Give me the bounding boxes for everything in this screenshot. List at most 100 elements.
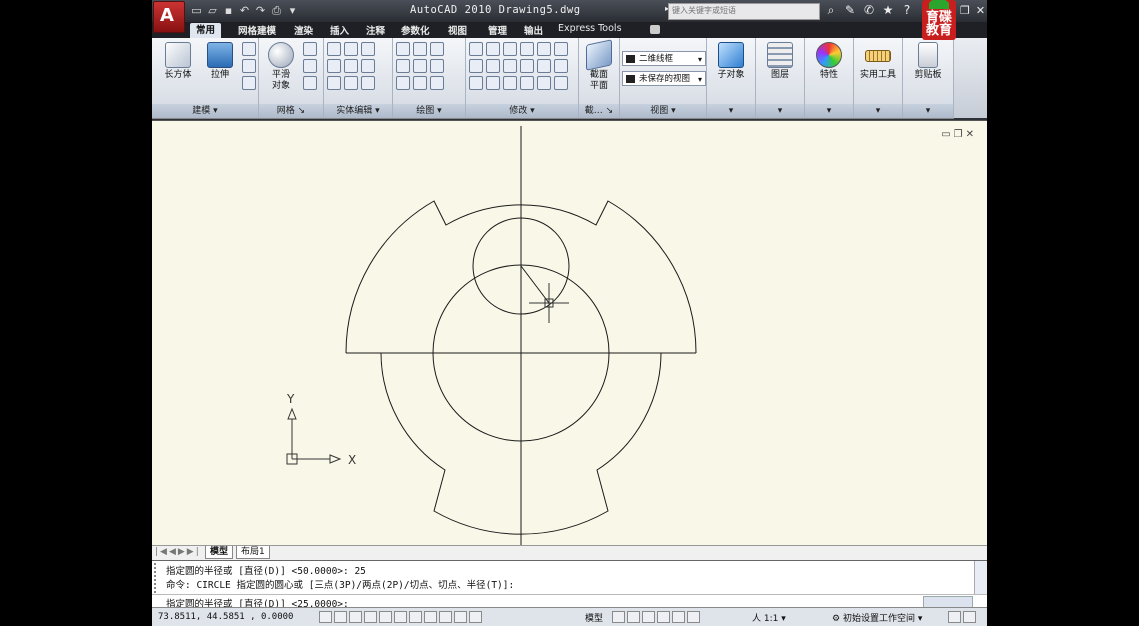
extend-icon[interactable] <box>537 42 551 56</box>
new-icon[interactable]: ▭ <box>190 4 203 17</box>
command-scrollbar[interactable] <box>974 561 987 595</box>
tab-model[interactable]: 模型 <box>205 546 234 559</box>
tab-home[interactable]: 常用 <box>190 23 222 38</box>
more3-icon[interactable] <box>554 76 568 90</box>
communication-icon[interactable]: ✆ <box>862 3 876 18</box>
shell-icon[interactable] <box>344 76 358 90</box>
intersect-icon[interactable] <box>327 76 341 90</box>
3d-rotate-icon[interactable] <box>486 42 500 56</box>
tab-render[interactable]: 渲染 <box>294 23 313 37</box>
tab-parametric[interactable]: 参数化 <box>401 23 430 37</box>
workspace-switch[interactable]: ⚙ 初始设置工作空间 ▾ <box>832 611 922 624</box>
utilities-button[interactable]: 实用工具 <box>858 42 898 81</box>
search-input[interactable] <box>669 4 817 17</box>
offset-icon[interactable] <box>469 42 483 56</box>
panel-draw-title[interactable]: 绘图 ▾ <box>393 104 465 118</box>
command-window-grip[interactable] <box>154 563 162 593</box>
clipboard-button[interactable]: 剪贴板 <box>908 42 948 81</box>
saved-view-dropdown[interactable]: 未保存的视图 <box>622 71 706 86</box>
rectangle-icon[interactable] <box>413 76 427 90</box>
snap-toggle[interactable] <box>319 611 332 623</box>
redo-icon[interactable]: ↷ <box>254 4 267 17</box>
tab-express-tools[interactable]: Express Tools <box>558 23 622 34</box>
quick-view-drawings-icon[interactable] <box>627 611 640 623</box>
utilities-expand[interactable]: ▾ <box>854 104 902 118</box>
dyn-toggle[interactable] <box>439 611 452 623</box>
circle-icon[interactable] <box>430 59 444 73</box>
quick-view-layouts-icon[interactable] <box>612 611 625 623</box>
smooth-object-button[interactable]: 平滑 对象 <box>261 42 301 92</box>
move-icon[interactable] <box>503 42 517 56</box>
tab-mesh-modeling[interactable]: 网格建模 <box>238 23 276 37</box>
mesh-refine-icon[interactable] <box>303 76 317 90</box>
polar-toggle[interactable] <box>364 611 377 623</box>
mesh-smooth-more-icon[interactable] <box>303 42 317 56</box>
model-space-button[interactable]: 模型 <box>585 611 603 624</box>
box-button[interactable]: 长方体 <box>158 42 198 81</box>
close-icon[interactable]: ✕ <box>976 4 985 17</box>
lineweight-toggle[interactable] <box>454 611 467 623</box>
loft-icon[interactable] <box>242 76 256 90</box>
layers-button[interactable]: 图层 <box>760 42 800 81</box>
pan-icon[interactable] <box>642 611 655 623</box>
tab-annotate[interactable]: 注释 <box>366 23 385 37</box>
drawing-canvas[interactable]: ▭❐✕ Y X <box>152 120 987 546</box>
restore-icon[interactable]: ❐ <box>960 4 970 17</box>
tab-layout1[interactable]: 布局1 <box>236 546 270 559</box>
layout-nav-arrows[interactable]: |◀◀▶▶| <box>155 546 201 559</box>
tab-insert[interactable]: 插入 <box>330 23 349 37</box>
copy-icon[interactable] <box>503 76 517 90</box>
subtract-icon[interactable] <box>327 59 341 73</box>
3d-move-icon[interactable] <box>486 59 500 73</box>
tab-manage[interactable]: 管理 <box>488 23 507 37</box>
mesh-smooth-less-icon[interactable] <box>303 59 317 73</box>
rotate-icon[interactable] <box>503 59 517 73</box>
help-icon[interactable]: ? <box>900 3 914 18</box>
polyline-icon[interactable] <box>396 42 410 56</box>
properties-button[interactable]: 特性 <box>809 42 849 81</box>
align-icon[interactable] <box>469 76 483 90</box>
properties-expand[interactable]: ▾ <box>805 104 853 118</box>
mirror-icon[interactable] <box>486 76 500 90</box>
tab-output[interactable]: 输出 <box>524 23 543 37</box>
panel-solid-editing-title[interactable]: 实体编辑 ▾ <box>324 104 392 118</box>
polysolid-icon[interactable] <box>242 42 256 56</box>
more-icon[interactable] <box>554 42 568 56</box>
separate-icon[interactable] <box>344 59 358 73</box>
line-icon[interactable] <box>413 59 427 73</box>
showmotion-icon[interactable] <box>687 611 700 623</box>
slice-icon[interactable] <box>361 76 375 90</box>
3dosnap-toggle[interactable] <box>394 611 407 623</box>
ellipse-icon[interactable] <box>430 76 444 90</box>
search-box[interactable] <box>668 3 820 20</box>
favorites-star-icon[interactable]: ★ <box>881 3 895 18</box>
ribbon-minimize-icon[interactable] <box>650 25 660 34</box>
panel-view-title[interactable]: 视图 ▾ <box>620 104 706 118</box>
explode-icon[interactable] <box>537 76 551 90</box>
tab-view[interactable]: 视图 <box>448 23 467 37</box>
clean-screen-icon[interactable] <box>963 611 976 623</box>
panel-mesh-title[interactable]: 网格 ↘ <box>259 104 323 118</box>
grid-toggle[interactable] <box>334 611 347 623</box>
fillet-icon[interactable] <box>537 59 551 73</box>
array-icon[interactable] <box>469 59 483 73</box>
steeringwheel-icon[interactable] <box>672 611 685 623</box>
ortho-toggle[interactable] <box>349 611 362 623</box>
drawing-geometry[interactable]: Y X <box>152 121 987 546</box>
union-icon[interactable] <box>327 42 341 56</box>
presspull-icon[interactable] <box>242 59 256 73</box>
coordinate-readout[interactable]: 73.8511, 44.5851 , 0.0000 <box>158 612 293 622</box>
binoculars-icon[interactable]: ⌕ <box>824 3 838 18</box>
clipboard-expand[interactable]: ▾ <box>903 104 953 118</box>
qat-dropdown-icon[interactable]: ▾ <box>286 4 299 17</box>
extract-edges-icon[interactable] <box>344 42 358 56</box>
spline-icon[interactable] <box>396 59 410 73</box>
save-icon[interactable]: ▪ <box>222 4 235 17</box>
arc-icon[interactable] <box>430 42 444 56</box>
lock-icon[interactable] <box>948 611 961 623</box>
subobject-button[interactable]: 子对象 <box>711 42 751 81</box>
annotation-scale[interactable]: 人 1:1 ▾ <box>752 611 786 624</box>
print-icon[interactable]: ⎙ <box>270 4 283 17</box>
quick-properties-toggle[interactable] <box>469 611 482 623</box>
trim-icon[interactable] <box>520 42 534 56</box>
